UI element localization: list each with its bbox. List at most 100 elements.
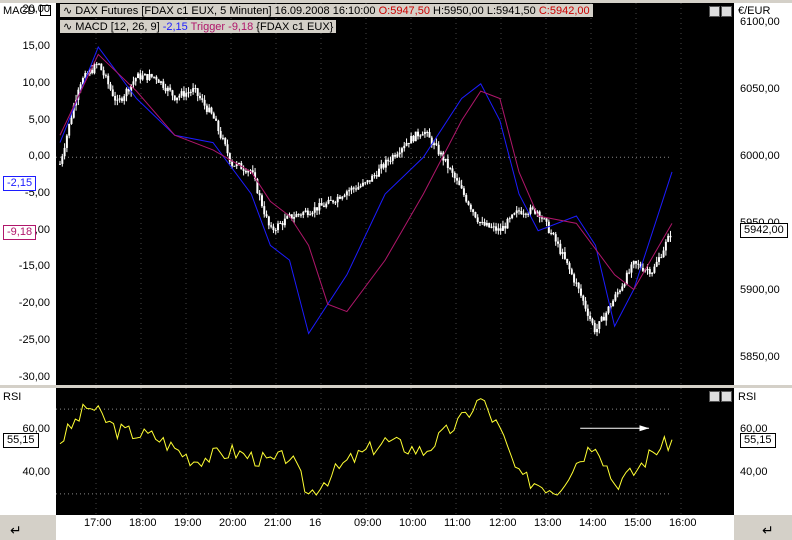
candle-body — [226, 144, 229, 154]
macd-label: MACD [12, 26, 9] — [75, 21, 160, 33]
time-tick-label: 14:00 — [579, 517, 607, 529]
candle-body — [281, 223, 284, 226]
candle-body — [460, 185, 463, 189]
macd-symbol: {FDAX c1 EUX} — [256, 21, 334, 33]
candle-body — [389, 160, 392, 162]
candle-body — [65, 135, 68, 148]
candle-body — [260, 195, 263, 207]
candle-body — [368, 180, 371, 182]
candle-body — [258, 193, 261, 196]
candle-body — [407, 142, 410, 144]
candle-body — [180, 91, 183, 96]
macd-value-marker: -2,15 — [3, 176, 37, 191]
candle-body — [614, 294, 617, 301]
candle-body — [591, 319, 594, 323]
candle-body — [219, 130, 222, 138]
candle-body — [61, 156, 64, 164]
candle-body — [513, 213, 516, 215]
price-tick-label: 5850,00 — [740, 351, 780, 364]
high-label: H:5950,00 — [433, 5, 484, 17]
candle-body — [146, 74, 149, 81]
candle-body — [299, 214, 302, 216]
rsi-value-marker-left: 55,15 — [3, 433, 39, 448]
candle-body — [212, 113, 215, 119]
chart-icon: ∿ — [63, 5, 73, 17]
candle-body — [605, 312, 608, 321]
candle-body — [194, 88, 197, 90]
candle-body — [435, 143, 438, 145]
candle-body — [543, 218, 546, 220]
candle-body — [198, 95, 201, 99]
price-tick-label: 6050,00 — [740, 83, 780, 96]
trigger-label: Trigger — [190, 21, 226, 33]
candle-body — [304, 210, 307, 213]
rsi-chart-panel[interactable] — [56, 388, 734, 515]
candle-body — [150, 74, 153, 77]
candle-body — [456, 178, 459, 181]
candle-body — [143, 74, 146, 76]
scroll-right-icon[interactable]: ↵ — [762, 522, 774, 539]
candle-body — [635, 261, 638, 264]
candle-body — [265, 214, 268, 217]
time-tick-label: 18:00 — [129, 517, 157, 529]
candle-body — [439, 152, 442, 155]
restore-icon[interactable] — [709, 6, 720, 17]
candle-body — [522, 213, 525, 215]
time-tick-label: 15:00 — [624, 517, 652, 529]
candle-body — [405, 142, 408, 146]
candle-body — [109, 84, 112, 90]
candle-body — [637, 263, 640, 265]
candle-body — [102, 70, 105, 76]
scroll-left-icon[interactable]: ↵ — [10, 522, 22, 539]
close-icon[interactable] — [721, 6, 732, 17]
candle-body — [327, 199, 330, 204]
macd-tick-label: 15,00 — [22, 40, 50, 53]
candle-body — [316, 207, 319, 211]
candle-body — [433, 143, 436, 146]
candle-body — [465, 194, 468, 202]
candle-body — [657, 257, 660, 262]
chart-header: ∿ DAX Futures [FDAX c1 EUX, 5 Minuten] 1… — [60, 4, 593, 17]
candle-body — [111, 89, 114, 96]
time-tick-label: 19:00 — [174, 517, 202, 529]
candle-body — [318, 203, 321, 211]
macd-tick-label: -30,00 — [18, 370, 50, 383]
candle-body — [582, 295, 585, 301]
trigger-value-marker: -9,18 — [3, 225, 37, 240]
candle-body — [607, 306, 610, 313]
rsi-left-axis — [0, 388, 56, 515]
candle-body — [70, 117, 73, 124]
macd-tick-label: 0,00 — [28, 150, 50, 163]
candle-body — [283, 218, 286, 226]
macd-icon: ∿ — [63, 21, 73, 33]
candle-body — [497, 228, 500, 231]
candle-body — [474, 212, 477, 218]
candle-body — [504, 225, 507, 229]
candle-body — [311, 212, 314, 215]
price-tick-label: 6100,00 — [740, 16, 780, 29]
candle-body — [540, 217, 543, 219]
rsi-close-icon[interactable] — [721, 391, 732, 402]
candle-body — [272, 226, 275, 231]
candle-body — [279, 223, 282, 225]
candle-body — [423, 131, 426, 135]
time-tick-label: 20:00 — [219, 517, 247, 529]
candle-body — [95, 64, 98, 66]
candle-body — [233, 165, 236, 167]
candle-body — [417, 131, 420, 137]
candle-body — [63, 147, 66, 157]
time-tick-label: 10:00 — [399, 517, 427, 529]
candle-body — [210, 107, 213, 114]
candle-body — [483, 221, 486, 226]
candle-body — [414, 131, 417, 142]
candle-body — [646, 269, 649, 271]
candle-body — [263, 206, 266, 215]
main-chart-panel[interactable] — [56, 3, 734, 385]
candle-body — [148, 74, 151, 81]
candle-body — [545, 218, 548, 222]
candle-body — [309, 214, 312, 216]
candle-body — [215, 118, 218, 121]
candle-body — [231, 161, 234, 166]
rsi-restore-icon[interactable] — [709, 391, 720, 402]
candle-body — [187, 92, 190, 94]
